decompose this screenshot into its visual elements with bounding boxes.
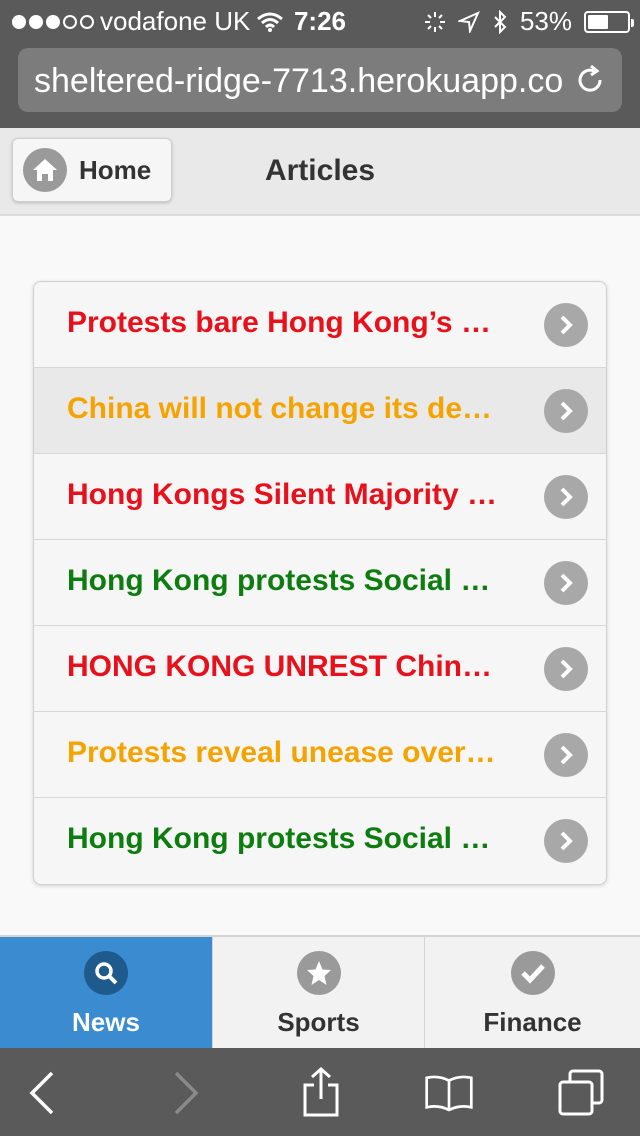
- article-title: HONG KONG UNREST Chin…: [67, 650, 492, 683]
- location-icon: [457, 10, 480, 33]
- chevron-right-icon: [544, 819, 588, 863]
- bluetooth-icon: [494, 9, 507, 34]
- list-item[interactable]: Protests bare Hong Kong’s …: [34, 282, 606, 368]
- star-icon: [296, 951, 341, 995]
- chevron-right-icon: [544, 303, 588, 347]
- check-icon: [510, 951, 555, 995]
- browser-url-area: sheltered-ridge-7713.herokuapp.com: [0, 40, 640, 128]
- back-icon[interactable]: [18, 1068, 68, 1118]
- chevron-right-icon: [544, 561, 588, 605]
- tab-bar: News Sports Finance: [0, 935, 640, 1048]
- url-bar[interactable]: sheltered-ridge-7713.herokuapp.com: [18, 48, 622, 112]
- article-title: Hong Kong protests Social …: [67, 822, 491, 855]
- search-icon: [84, 951, 128, 995]
- forward-icon[interactable]: [160, 1068, 210, 1118]
- tab-label: Sports: [277, 1007, 360, 1037]
- tab-label: News: [72, 1007, 140, 1037]
- article-title: Protests reveal unease over…: [67, 736, 496, 769]
- status-bar: vodafone UK 7:26 53%: [0, 0, 640, 40]
- activity-spinner-icon: [424, 11, 445, 32]
- tab-sports[interactable]: Sports: [213, 937, 425, 1048]
- articles-list: Protests bare Hong Kong’s … China will n…: [33, 281, 607, 885]
- chevron-right-icon: [544, 475, 588, 519]
- chevron-right-icon: [544, 389, 588, 433]
- page-header: Home Articles: [0, 128, 640, 216]
- reload-icon[interactable]: [572, 62, 608, 98]
- article-title: Hong Kong protests Social …: [67, 564, 491, 597]
- home-button[interactable]: Home: [12, 138, 172, 202]
- tab-label: Finance: [483, 1007, 582, 1037]
- battery-percent: 53%: [519, 6, 572, 36]
- tab-finance[interactable]: Finance: [425, 937, 640, 1048]
- tab-news[interactable]: News: [0, 937, 213, 1048]
- article-title: China will not change its de…: [67, 392, 493, 425]
- list-item[interactable]: Protests reveal unease over…: [34, 712, 606, 798]
- page-title: Articles: [264, 154, 376, 187]
- bookmarks-icon[interactable]: [424, 1068, 474, 1118]
- home-button-label: Home: [79, 154, 152, 185]
- chevron-right-icon: [544, 647, 588, 691]
- url-text[interactable]: sheltered-ridge-7713.herokuapp.com: [34, 62, 562, 101]
- browser-toolbar: [0, 1048, 640, 1136]
- list-item[interactable]: Hong Kong protests Social …: [34, 798, 606, 884]
- article-title: Hong Kongs Silent Majority …: [67, 478, 498, 511]
- list-item[interactable]: HONG KONG UNREST Chin…: [34, 626, 606, 712]
- battery-icon: [584, 10, 634, 33]
- chevron-right-icon: [544, 733, 588, 777]
- home-icon: [23, 148, 67, 192]
- article-title: Protests bare Hong Kong’s …: [67, 306, 491, 339]
- list-item[interactable]: Hong Kongs Silent Majority …: [34, 454, 606, 540]
- share-icon[interactable]: [296, 1067, 346, 1118]
- list-item[interactable]: China will not change its de…: [34, 368, 606, 454]
- tabs-icon[interactable]: [556, 1068, 606, 1118]
- list-item[interactable]: Hong Kong protests Social …: [34, 540, 606, 626]
- status-right: 53%: [424, 6, 634, 37]
